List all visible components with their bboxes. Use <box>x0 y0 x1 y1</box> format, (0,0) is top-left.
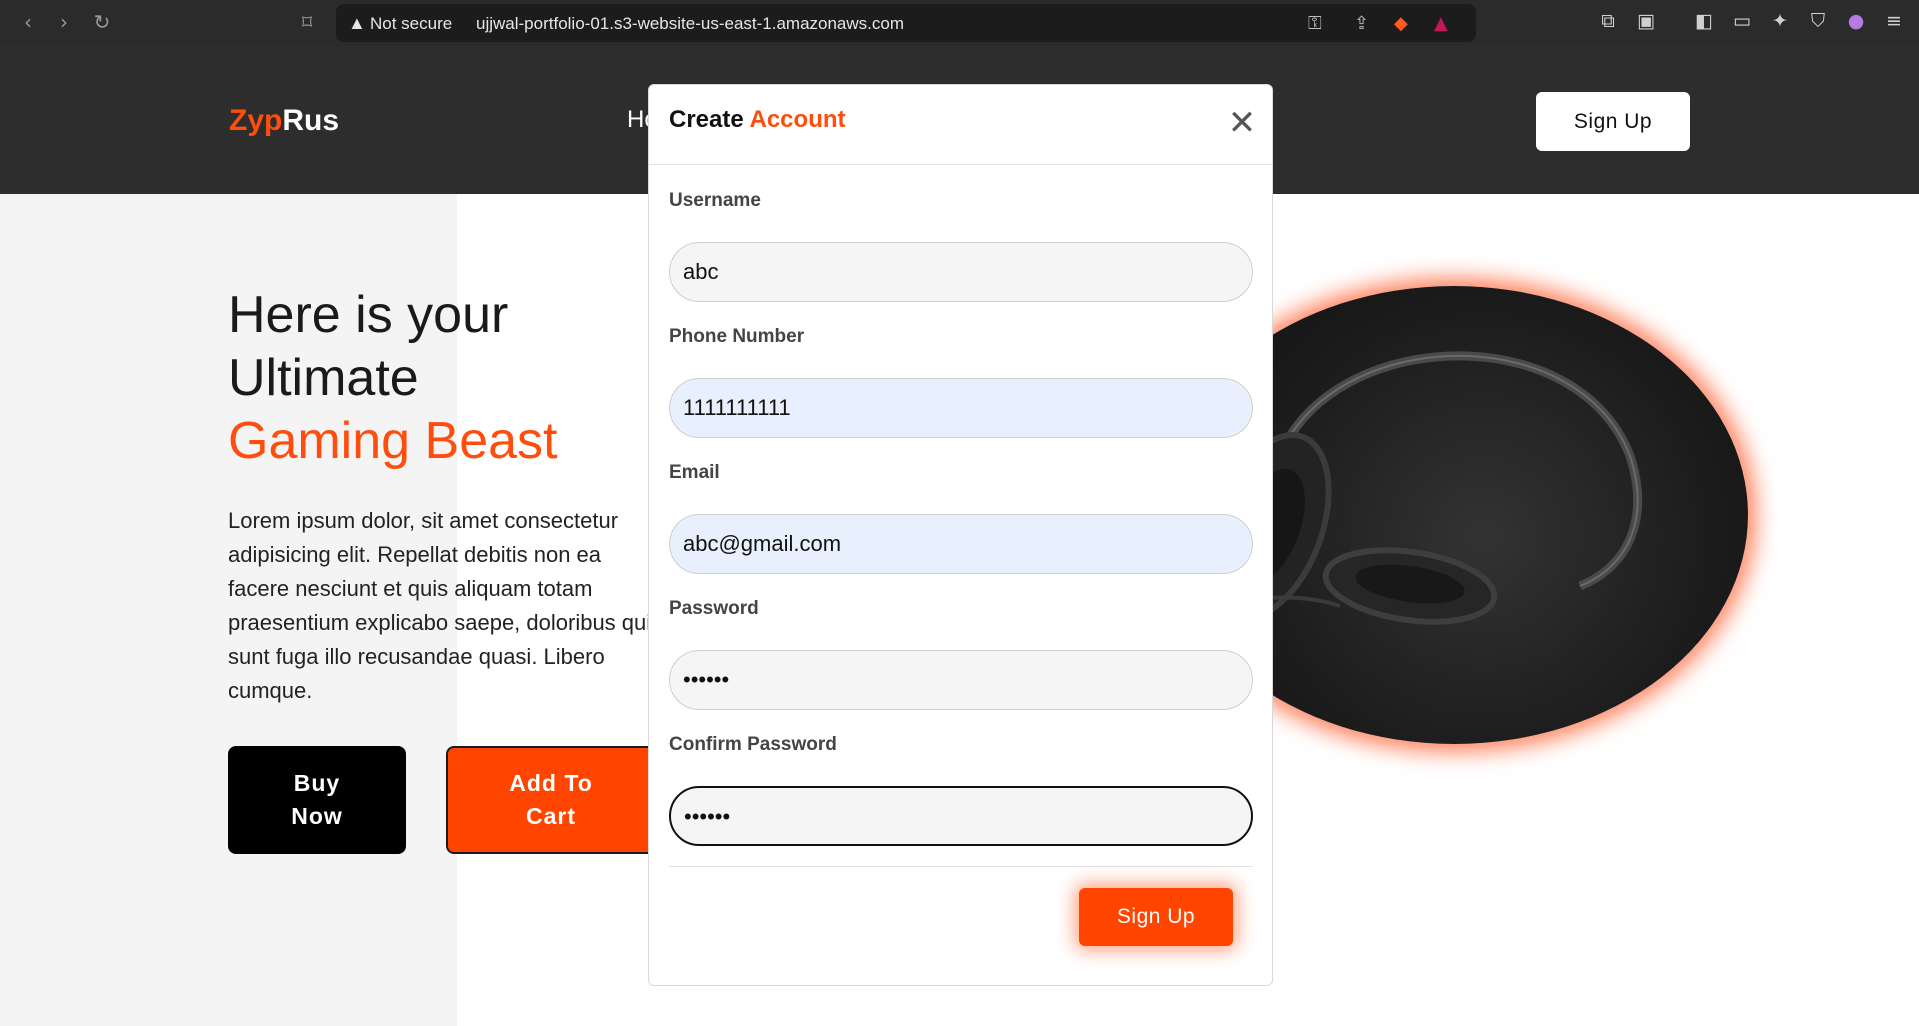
rewards-icon[interactable]: ▲ <box>1434 13 1448 34</box>
site-logo[interactable]: ZypRus <box>229 104 339 138</box>
extensions-icon[interactable]: ⧉ <box>1596 10 1620 32</box>
modal-divider <box>669 866 1253 867</box>
create-account-modal: Create Account ✕ Username abc Phone Numb… <box>648 84 1273 986</box>
key-icon[interactable]: ⚿ <box>1308 13 1322 34</box>
back-icon[interactable]: ‹ <box>16 10 40 34</box>
share-icon[interactable]: ⇪ <box>1354 13 1369 34</box>
security-label[interactable]: Not secure <box>370 14 452 34</box>
reload-icon[interactable]: ↻ <box>90 10 114 34</box>
brave-shield-icon[interactable]: ◆ <box>1394 13 1408 34</box>
phone-input[interactable]: 1111111111 <box>669 378 1253 438</box>
username-label: Username <box>669 190 761 211</box>
forward-icon[interactable]: › <box>52 10 76 34</box>
password-label: Password <box>669 598 759 619</box>
browser-toolbar: ‹ › ↻ ⌑ ▲ Not secure ujjwal-portfolio-01… <box>0 0 1919 46</box>
close-icon[interactable]: ✕ <box>1227 106 1257 140</box>
url-text[interactable]: ujjwal-portfolio-01.s3-website-us-east-1… <box>476 14 904 34</box>
add-to-cart-button[interactable]: Add To Cart <box>446 746 656 854</box>
leo-ai-icon[interactable]: ✦ <box>1768 10 1792 32</box>
username-input[interactable]: abc <box>669 242 1253 302</box>
profile-icon[interactable]: ● <box>1844 10 1868 32</box>
bookmark-icon[interactable]: ⌑ <box>295 10 319 34</box>
phone-label: Phone Number <box>669 326 805 347</box>
sidebar-icon[interactable]: ◧ <box>1692 10 1716 32</box>
warning-icon: ▲ <box>348 13 366 33</box>
header-signup-button[interactable]: Sign Up <box>1536 92 1690 151</box>
confirm-password-label: Confirm Password <box>669 734 837 755</box>
hero-description: Lorem ipsum dolor, sit amet consectetur … <box>228 508 652 703</box>
email-label: Email <box>669 462 720 483</box>
hero-title-accent: Gaming Beast <box>228 412 558 470</box>
modal-title: Create Account <box>669 106 846 133</box>
address-bar[interactable]: ▲ Not secure ujjwal-portfolio-01.s3-webs… <box>336 4 1476 42</box>
menu-icon[interactable]: ≡ <box>1882 10 1906 32</box>
buy-now-button[interactable]: Buy Now <box>228 746 406 854</box>
wallet-icon[interactable]: ▭ <box>1730 10 1754 32</box>
email-input[interactable]: abc@gmail.com <box>669 514 1253 574</box>
password-input[interactable]: •••••• <box>669 650 1253 710</box>
vpn-icon[interactable]: ⛉ <box>1806 10 1830 32</box>
modal-signup-button[interactable]: Sign Up <box>1079 888 1233 946</box>
hero-title: Here is your Ultimate Gaming Beast <box>228 284 558 473</box>
reader-icon[interactable]: ▣ <box>1634 10 1658 32</box>
modal-header: Create Account ✕ <box>649 85 1272 165</box>
confirm-password-input[interactable]: •••••• <box>669 786 1253 846</box>
